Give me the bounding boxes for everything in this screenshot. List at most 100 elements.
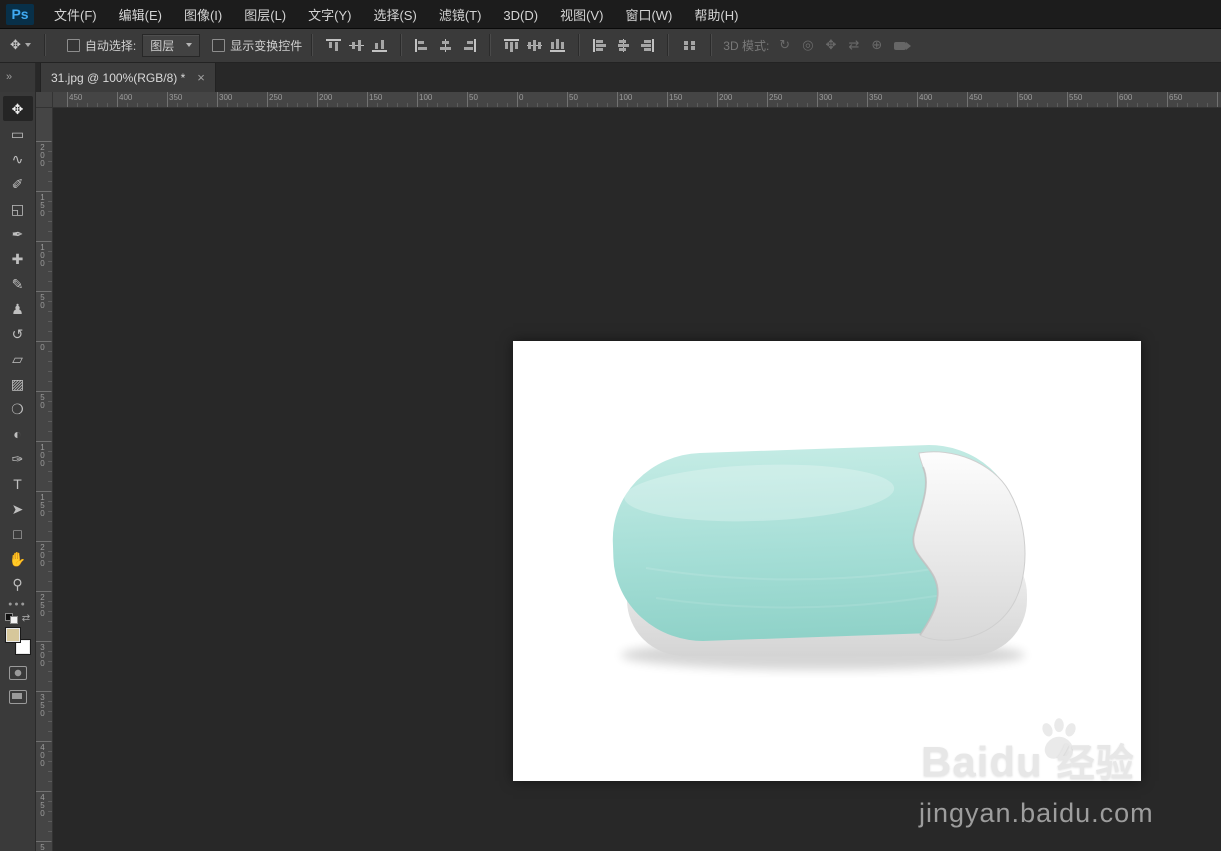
document-canvas[interactable]: [513, 341, 1141, 781]
lasso-tool[interactable]: ∿: [3, 146, 33, 171]
ruler-v-label: 350: [38, 693, 47, 717]
toolbar-collapse-button[interactable]: »: [0, 62, 36, 92]
menu-filter[interactable]: 滤镜(T): [428, 8, 493, 23]
ruler-h-label: 550: [1069, 93, 1083, 102]
chevron-down-icon: [186, 43, 193, 47]
ruler-v-label: 0: [38, 343, 47, 351]
blur-tool[interactable]: ❍: [3, 396, 33, 421]
ruler-h-label: 450: [969, 93, 983, 102]
ruler-corner[interactable]: [36, 92, 53, 108]
swap-colors-icon[interactable]: ⇄: [22, 613, 30, 624]
canvas-area[interactable]: Baidu 经验 jingyan.baidu.com: [53, 108, 1221, 851]
auto-select-checkbox[interactable]: [66, 38, 80, 52]
ruler-h-label: 450: [69, 93, 83, 102]
dodge-tool[interactable]: ◐: [3, 421, 33, 446]
distribute-left-icon[interactable]: [593, 39, 608, 52]
distribute-right-icon[interactable]: [639, 39, 654, 52]
3d-slide-icon[interactable]: ⇄: [848, 37, 859, 53]
menu-edit[interactable]: 编辑(E): [108, 8, 173, 23]
ruler-v-label: 100: [38, 443, 47, 467]
healing-brush-tool-icon: ✚: [11, 250, 24, 267]
3d-roll-icon[interactable]: ◎: [802, 37, 813, 53]
tools-panel: ✥ ▭ ∿ ✐ ◱ ✒ ✚ ✎ ♟ ↺ ▱ ▨ ❍ ◐ ✑ T ➤ □ ✋ ⚲ ●●● ⇄: [0, 92, 36, 851]
shape-tool[interactable]: □: [3, 521, 33, 546]
separator: [311, 34, 314, 56]
eyedropper-tool[interactable]: ✒: [3, 221, 33, 246]
shape-tool-icon: □: [13, 525, 22, 542]
menu-type[interactable]: 文字(Y): [297, 8, 362, 23]
pen-tool[interactable]: ✑: [3, 446, 33, 471]
align-distribute-icons: [322, 34, 658, 56]
quick-selection-tool[interactable]: ✐: [3, 171, 33, 196]
menu-window[interactable]: 窗口(W): [614, 8, 683, 23]
eraser-tool[interactable]: ▱: [3, 346, 33, 371]
menu-file[interactable]: 文件(F): [43, 8, 108, 23]
ruler-h-label: 100: [419, 93, 433, 102]
separator: [667, 34, 670, 56]
distribute-bottom-icon[interactable]: [550, 38, 565, 52]
menu-help[interactable]: 帮助(H): [683, 8, 749, 23]
menu-bar: Ps 文件(F) 编辑(E) 图像(I) 图层(L) 文字(Y) 选择(S) 滤镜(T) 3D…: [0, 0, 1221, 29]
marquee-tool-icon: ▭: [10, 125, 25, 142]
distribute-hcenter-icon[interactable]: [616, 38, 632, 52]
menu-layer[interactable]: 图层(L): [233, 8, 297, 23]
crop-tool[interactable]: ◱: [3, 196, 33, 221]
ruler-h-label: 350: [169, 93, 183, 102]
brush-tool[interactable]: ✎: [3, 271, 33, 296]
menu-view[interactable]: 视图(V): [549, 8, 614, 23]
3d-drag-icon[interactable]: ✥: [826, 37, 837, 53]
edit-toolbar-icon[interactable]: ●●●: [8, 601, 27, 608]
photoshop-window: Ps 文件(F) 编辑(E) 图像(I) 图层(L) 文字(Y) 选择(S) 滤镜(T) 3D…: [0, 0, 1221, 851]
3d-scale-icon[interactable]: ⊕: [871, 37, 882, 53]
ruler-h-label: 350: [869, 93, 883, 102]
distribute-top-icon[interactable]: [504, 39, 519, 52]
path-selection-tool-icon: ➤: [11, 500, 24, 517]
type-tool[interactable]: T: [3, 471, 33, 496]
align-vcenter-icon[interactable]: [349, 38, 365, 52]
foreground-color-swatch[interactable]: [4, 627, 21, 643]
quick-mask-mode-icon[interactable]: [8, 666, 27, 680]
align-left-icon[interactable]: [415, 39, 430, 52]
marquee-tool[interactable]: ▭: [3, 121, 33, 146]
ruler-v-label: 50: [38, 293, 47, 309]
ruler-h-label: 600: [1119, 93, 1133, 102]
close-icon[interactable]: ×: [197, 71, 205, 84]
document-tab[interactable]: 31.jpg @ 100%(RGB/8) * ×: [40, 62, 216, 92]
horizontal-ruler[interactable]: 450 400 350 300 250 200 150 100 50 0 50 100 150 200 25…: [36, 92, 1221, 108]
gradient-tool[interactable]: ▨: [3, 371, 33, 396]
distribute-vcenter-icon[interactable]: [527, 38, 543, 52]
hand-tool[interactable]: ✋: [3, 546, 33, 571]
blur-tool-icon: ❍: [11, 400, 24, 417]
align-top-icon[interactable]: [326, 39, 341, 52]
align-bottom-icon[interactable]: [372, 39, 387, 52]
show-transform-checkbox[interactable]: [212, 38, 226, 52]
3d-camera-icon[interactable]: [894, 38, 907, 53]
healing-brush-tool[interactable]: ✚: [3, 246, 33, 271]
chevron-down-icon: [24, 43, 31, 47]
tool-preset-picker[interactable]: ✥: [10, 37, 31, 53]
default-colors-icon[interactable]: [4, 613, 18, 624]
type-tool-icon: T: [13, 475, 22, 492]
ruler-h-label: 100: [619, 93, 633, 102]
path-selection-tool[interactable]: ➤: [3, 496, 33, 521]
vertical-ruler[interactable]: 2001501005005010015020025030035040045050…: [36, 108, 53, 851]
auto-select-target-dropdown[interactable]: 图层: [142, 33, 201, 57]
ruler-v-label: 150: [38, 193, 47, 217]
align-right-icon[interactable]: [461, 39, 476, 52]
clone-stamp-tool[interactable]: ♟: [3, 296, 33, 321]
align-hcenter-icon[interactable]: [438, 38, 454, 52]
menu-3d[interactable]: 3D(D): [492, 8, 549, 23]
zoom-tool[interactable]: ⚲: [3, 571, 33, 596]
screen-mode-icon[interactable]: [8, 690, 27, 704]
auto-align-layers-icon[interactable]: [682, 39, 697, 52]
background-color-swatch[interactable]: [14, 639, 31, 655]
history-brush-tool[interactable]: ↺: [3, 321, 33, 346]
ruler-h-label: 300: [219, 93, 233, 102]
ruler-v-label: 250: [38, 593, 47, 617]
3d-rotate-icon[interactable]: ↻: [779, 37, 790, 53]
menu-select[interactable]: 选择(S): [362, 8, 427, 23]
move-tool[interactable]: ✥: [2, 96, 33, 121]
ruler-h-label: 400: [919, 93, 933, 102]
ruler-h-label: 500: [1019, 93, 1033, 102]
menu-image[interactable]: 图像(I): [173, 8, 233, 23]
